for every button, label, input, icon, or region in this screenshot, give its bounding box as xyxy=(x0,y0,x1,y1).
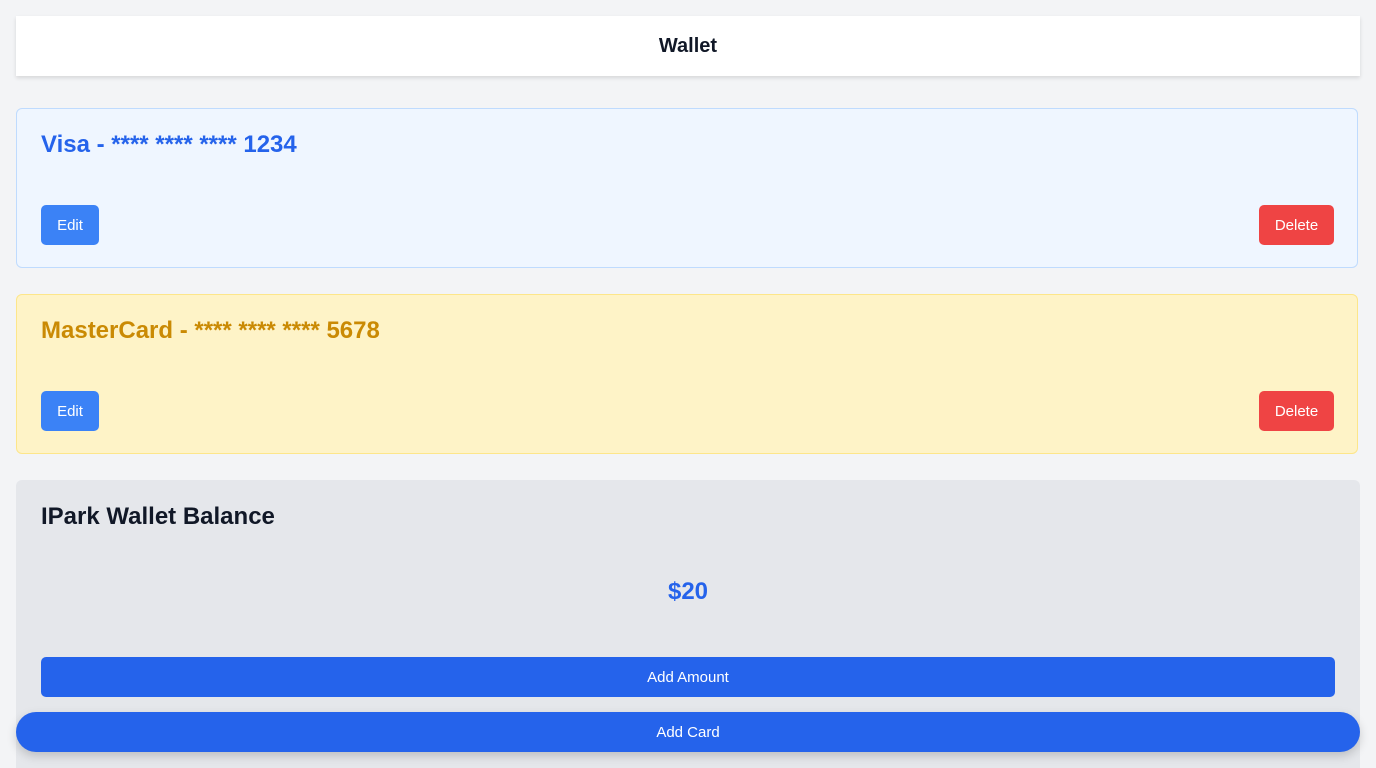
add-amount-button[interactable]: Add Amount xyxy=(41,657,1335,697)
app-header: Wallet xyxy=(16,16,1360,76)
delete-card-button[interactable]: Delete xyxy=(1259,205,1334,245)
card-visa: Visa - **** **** **** 1234 Edit Delete xyxy=(16,108,1358,268)
delete-card-button[interactable]: Delete xyxy=(1259,391,1334,431)
balance-title: IPark Wallet Balance xyxy=(41,503,275,530)
page-title: Wallet xyxy=(658,34,718,57)
edit-card-button[interactable]: Edit xyxy=(41,391,99,431)
card-title: MasterCard - **** **** **** 5678 xyxy=(41,317,380,344)
edit-card-button[interactable]: Edit xyxy=(41,205,99,245)
card-title: Visa - **** **** **** 1234 xyxy=(41,131,297,158)
card-mastercard: MasterCard - **** **** **** 5678 Edit De… xyxy=(16,294,1358,454)
add-card-button[interactable]: Add Card xyxy=(16,712,1360,752)
balance-amount: $20 xyxy=(667,578,709,605)
